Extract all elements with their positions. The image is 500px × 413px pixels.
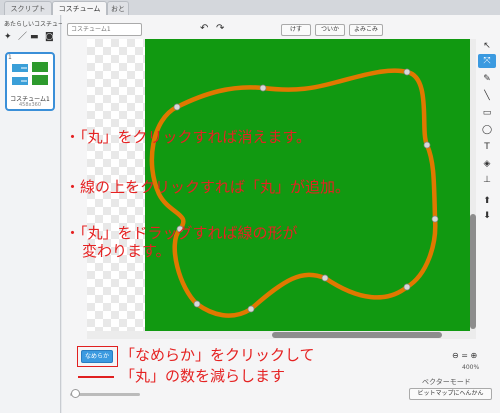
select-arrow-icon[interactable]: ↖ <box>478 39 496 53</box>
costume-size: 458x360 <box>18 102 42 108</box>
line-width-slider[interactable] <box>70 393 140 396</box>
tab-scripts[interactable]: スクリプト <box>4 1 52 15</box>
control-point[interactable] <box>403 283 411 291</box>
undo-icon[interactable]: ↶ <box>200 23 208 35</box>
ellipse-icon[interactable]: ◯ <box>478 123 496 137</box>
annotation-line-3a: ・「丸」をドラッグすれば線の形が <box>65 224 298 242</box>
import-button[interactable]: よみこみ <box>349 24 383 36</box>
zoom-level: 400% <box>462 364 480 371</box>
paint-brush-icon[interactable]: ✦ <box>4 31 12 43</box>
folder-upload-icon[interactable]: ▬ <box>30 31 39 43</box>
add-button[interactable]: ついか <box>315 24 345 36</box>
tab-bar: スクリプト コスチューム おと <box>0 0 500 15</box>
control-point[interactable] <box>321 274 329 282</box>
new-costume-toolbar: ✦ ／ ▬ ◙ <box>3 31 61 43</box>
annotation-line-3b: 変わります。 <box>82 242 171 260</box>
convert-to-bitmap-button[interactable]: ビットマップにへんかん <box>409 388 492 400</box>
line-icon[interactable]: ╲ <box>478 89 496 103</box>
backward-layer-icon[interactable]: ⬇ <box>478 209 496 223</box>
zoom-reset-icon[interactable]: = <box>461 351 468 360</box>
costume-editor-screen: スクリプト コスチューム おと あたらしいコスチューム ✦ ／ ▬ ◙ 1 コス… <box>0 0 500 413</box>
control-point[interactable] <box>259 84 267 92</box>
annotation-bottom-1: 「なめらか」をクリックして <box>120 346 315 364</box>
control-point[interactable] <box>423 141 431 149</box>
clear-button[interactable]: けす <box>281 24 311 36</box>
fill-bucket-icon[interactable]: ◈ <box>478 157 496 171</box>
rectangle-icon[interactable]: ▭ <box>478 106 496 120</box>
slider-knob[interactable] <box>71 389 80 398</box>
zoom-controls: ⊖ = ⊕ <box>452 351 477 360</box>
horizontal-scrollbar[interactable] <box>87 331 470 339</box>
stamp-icon[interactable]: ⊥ <box>478 173 496 187</box>
horizontal-scroll-thumb[interactable] <box>272 332 442 338</box>
vertical-scrollbar[interactable] <box>470 39 476 339</box>
control-point[interactable] <box>431 215 439 223</box>
annotation-line-2: ・線の上をクリックすれば「丸」が追加。 <box>65 178 351 196</box>
tab-costumes[interactable]: コスチューム <box>52 1 107 15</box>
camera-icon[interactable]: ◙ <box>45 31 54 43</box>
smooth-button[interactable]: なめらか <box>81 350 113 363</box>
zoom-in-icon[interactable]: ⊕ <box>471 351 478 360</box>
control-point[interactable] <box>193 300 201 308</box>
forward-layer-icon[interactable]: ⬆ <box>478 194 496 208</box>
control-point[interactable] <box>247 305 255 313</box>
control-point[interactable] <box>173 103 181 111</box>
costume-thumbnail[interactable]: 1 コスチューム1 458x360 <box>5 52 55 111</box>
annotation-bottom-2: 「丸」の数を減らします <box>120 367 286 385</box>
text-icon[interactable]: T <box>478 140 496 154</box>
vertical-scroll-thumb[interactable] <box>470 214 476 329</box>
tab-sounds[interactable]: おと <box>107 1 129 15</box>
reshape-icon[interactable]: ⤧ <box>478 54 496 68</box>
pencil-icon[interactable]: ✎ <box>478 72 496 86</box>
costume-list-panel: あたらしいコスチューム ✦ ／ ▬ ◙ 1 コスチューム1 458x360 <box>0 15 70 413</box>
zoom-out-icon[interactable]: ⊖ <box>452 351 459 360</box>
annotation-underline <box>78 376 114 378</box>
annotation-line-1: ・「丸」をクリックすれば消えます。 <box>65 128 312 146</box>
control-point[interactable] <box>403 68 411 76</box>
costume-preview-image <box>12 62 48 85</box>
pencil-icon[interactable]: ／ <box>18 31 27 43</box>
costume-name-field[interactable] <box>67 23 142 36</box>
redo-icon[interactable]: ↷ <box>216 23 224 35</box>
mode-label: ベクターモード <box>422 378 471 386</box>
new-costume-label: あたらしいコスチューム <box>4 21 70 28</box>
